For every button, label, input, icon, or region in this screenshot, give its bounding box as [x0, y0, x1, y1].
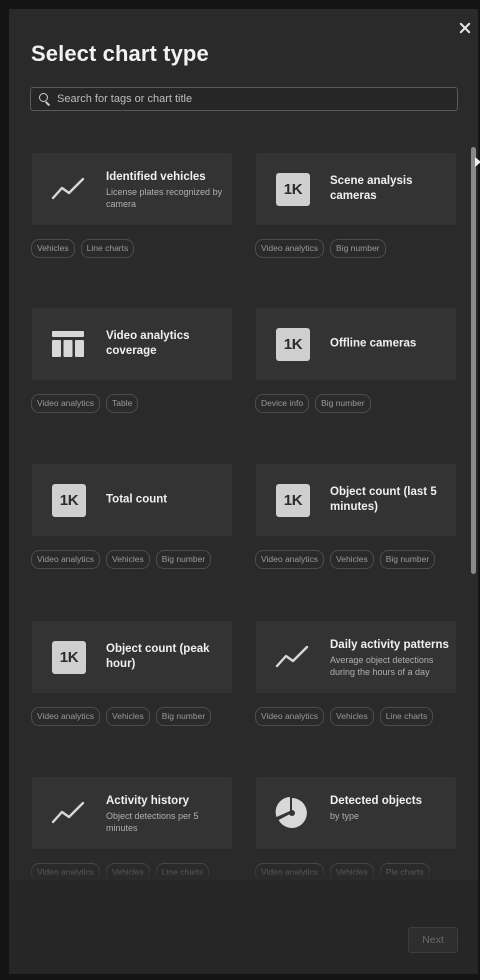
- tag-chip[interactable]: Line charts: [80, 239, 135, 258]
- tag-chip[interactable]: Big number: [315, 394, 371, 413]
- card-subtitle: Object detections per 5 minutes: [106, 811, 199, 833]
- dialog-footer: [9, 880, 478, 974]
- chart-type-list[interactable]: Identified vehicles License plates recogn…: [9, 140, 478, 880]
- chart-card-detected-objects[interactable]: Detected objects by type: [256, 777, 456, 849]
- search-box[interactable]: [30, 87, 458, 111]
- tag-list: Video analytics Vehicles Big number: [31, 550, 241, 569]
- dialog-title: Select chart type: [31, 41, 209, 66]
- search-input[interactable]: [57, 93, 437, 105]
- tag-chip[interactable]: Video analytics: [255, 863, 325, 880]
- tag-chip[interactable]: Vehicles: [106, 863, 150, 880]
- big-number-icon: 1K: [52, 484, 86, 517]
- tag-list: Video analytics Big number: [255, 239, 465, 258]
- table-icon: [52, 331, 84, 357]
- pie-chart-icon: [275, 797, 307, 828]
- big-number-icon: 1K: [276, 328, 310, 361]
- chart-card-offline-cameras[interactable]: 1K Offline cameras: [256, 308, 456, 380]
- chart-card-object-count-peak-hour[interactable]: 1K Object count (peak hour): [32, 621, 232, 693]
- tag-list: Video analytics Table: [31, 394, 241, 413]
- big-number-icon: 1K: [274, 483, 310, 517]
- card-title: Detected objects by type: [330, 794, 452, 822]
- tag-chip[interactable]: Video analytics: [31, 707, 101, 726]
- tag-chip[interactable]: Vehicles: [31, 239, 75, 258]
- card-subtitle: by type: [330, 811, 360, 821]
- chart-card-object-count-last-5-minutes[interactable]: 1K Object count (last 5 minutes): [256, 464, 456, 536]
- big-number-icon: 1K: [276, 173, 310, 206]
- big-number-icon: 1K: [276, 484, 310, 517]
- tag-list: Video analytics Vehicles Line charts: [31, 863, 241, 880]
- chart-card-video-analytics-coverage[interactable]: Video analytics coverage: [32, 308, 232, 380]
- line-chart-icon: [274, 640, 310, 674]
- tag-chip[interactable]: Big number: [155, 550, 212, 569]
- tag-chip[interactable]: Video analytics: [31, 550, 101, 569]
- card-subtitle: License plates recognized by camera: [106, 187, 223, 209]
- tag-chip[interactable]: Device info: [255, 394, 310, 413]
- chart-card-identified-vehicles[interactable]: Identified vehicles License plates recogn…: [32, 153, 232, 225]
- big-number-icon: 1K: [52, 641, 86, 674]
- line-chart-icon: [275, 645, 309, 668]
- line-chart-icon: [50, 172, 86, 206]
- tag-chip[interactable]: Video analytics: [31, 394, 101, 413]
- big-number-icon: 1K: [274, 327, 310, 361]
- big-number-icon: 1K: [50, 483, 86, 517]
- tag-chip[interactable]: Vehicles: [330, 707, 374, 726]
- big-number-icon: 1K: [274, 172, 310, 206]
- card-title: Object count (peak hour): [106, 643, 210, 670]
- tag-chip[interactable]: Video analytics: [255, 707, 325, 726]
- next-button[interactable]: Next: [408, 927, 458, 953]
- card-subtitle: Average object detections during the hou…: [330, 655, 434, 677]
- scrollbar[interactable]: [471, 147, 476, 574]
- card-title: Object count (last 5 minutes): [330, 486, 437, 513]
- tag-chip[interactable]: Vehicles: [106, 707, 150, 726]
- tag-list: Vehicles Line charts: [31, 239, 241, 258]
- big-number-icon: 1K: [50, 640, 86, 674]
- card-title: Video analytics coverage: [106, 330, 190, 357]
- tag-list: Device info Big number: [255, 394, 465, 413]
- card-title: Offline cameras: [330, 337, 417, 350]
- tag-chip[interactable]: Big number: [379, 550, 436, 569]
- card-title: Identified vehicles License plates recogn…: [106, 170, 228, 210]
- tag-chip[interactable]: Video analytics: [255, 550, 325, 569]
- tag-list: Video analytics Vehicles Pie charts: [255, 863, 465, 880]
- chart-card-total-count[interactable]: 1K Total count: [32, 464, 232, 536]
- table-icon: [50, 327, 86, 361]
- tag-chip[interactable]: Vehicles: [330, 550, 374, 569]
- tag-chip[interactable]: Pie charts: [379, 863, 430, 880]
- chart-card-scene-analysis-cameras[interactable]: 1K Scene analysis cameras: [256, 153, 456, 225]
- tag-chip[interactable]: Line charts: [155, 863, 210, 880]
- tag-list: Video analytics Vehicles Big number: [255, 550, 465, 569]
- card-title: Activity history Object detections per 5 …: [106, 794, 228, 834]
- line-chart-icon: [50, 796, 86, 830]
- tag-chip[interactable]: Vehicles: [106, 550, 150, 569]
- card-title: Scene analysis cameras: [330, 175, 413, 202]
- search-icon: [39, 93, 51, 105]
- line-chart-icon: [51, 177, 85, 200]
- tag-chip[interactable]: Vehicles: [330, 863, 374, 880]
- line-chart-icon: [51, 801, 85, 824]
- mouse-cursor: [475, 157, 480, 167]
- tag-chip[interactable]: Table: [106, 394, 139, 413]
- chart-card-daily-activity-patterns[interactable]: Daily activity patterns Average object de…: [256, 621, 456, 693]
- tag-list: Video analytics Vehicles Line charts: [255, 707, 465, 726]
- tag-chip[interactable]: Line charts: [379, 707, 434, 726]
- tag-chip[interactable]: Video analytics: [31, 863, 101, 880]
- tag-chip[interactable]: Big number: [155, 707, 212, 726]
- card-title: Total count: [106, 493, 168, 506]
- close-icon[interactable]: [457, 20, 473, 36]
- tag-list: Video analytics Vehicles Big number: [31, 707, 241, 726]
- pie-chart-icon: [274, 796, 310, 830]
- card-title: Daily activity patterns Average object de…: [330, 638, 452, 678]
- tag-chip[interactable]: Big number: [330, 239, 386, 258]
- chart-card-activity-history[interactable]: Activity history Object detections per 5 …: [32, 777, 232, 849]
- tag-chip[interactable]: Video analytics: [255, 239, 325, 258]
